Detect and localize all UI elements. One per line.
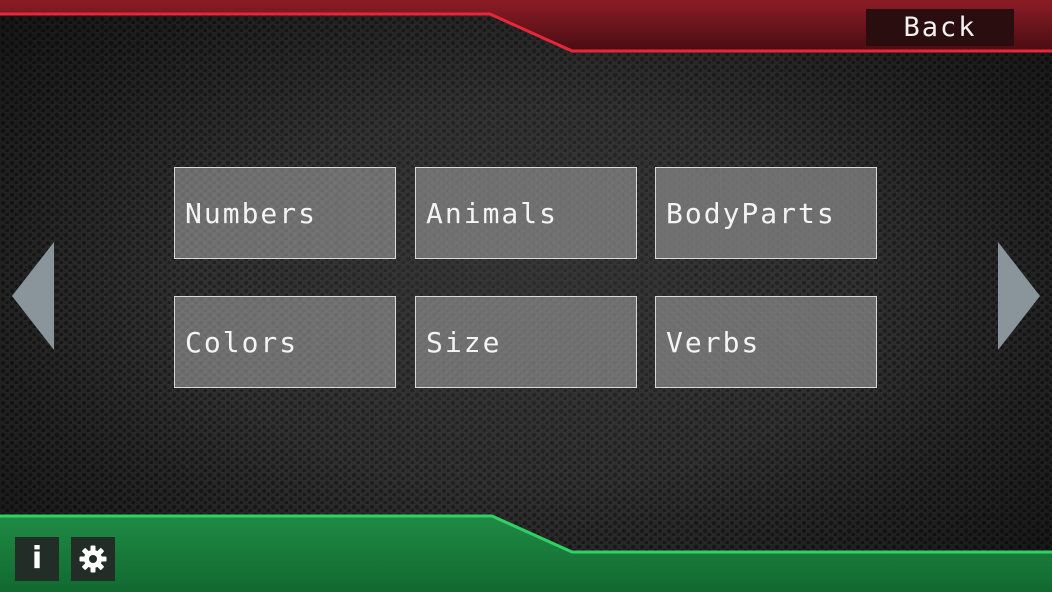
category-numbers-button[interactable]: Numbers [174, 167, 396, 259]
category-verbs-button[interactable]: Verbs [655, 296, 877, 388]
bottom-banner [0, 514, 1052, 592]
gear-icon [79, 545, 107, 573]
category-size-button[interactable]: Size [415, 296, 637, 388]
info-button[interactable]: i [15, 537, 59, 581]
back-button[interactable]: Back [866, 9, 1014, 46]
category-bodyparts-button[interactable]: BodyParts [655, 167, 877, 259]
chevron-left-icon[interactable] [10, 240, 56, 352]
chevron-right-icon[interactable] [996, 240, 1042, 352]
info-icon: i [31, 541, 43, 576]
category-colors-button[interactable]: Colors [174, 296, 396, 388]
category-animals-button[interactable]: Animals [415, 167, 637, 259]
settings-button[interactable] [71, 537, 115, 581]
